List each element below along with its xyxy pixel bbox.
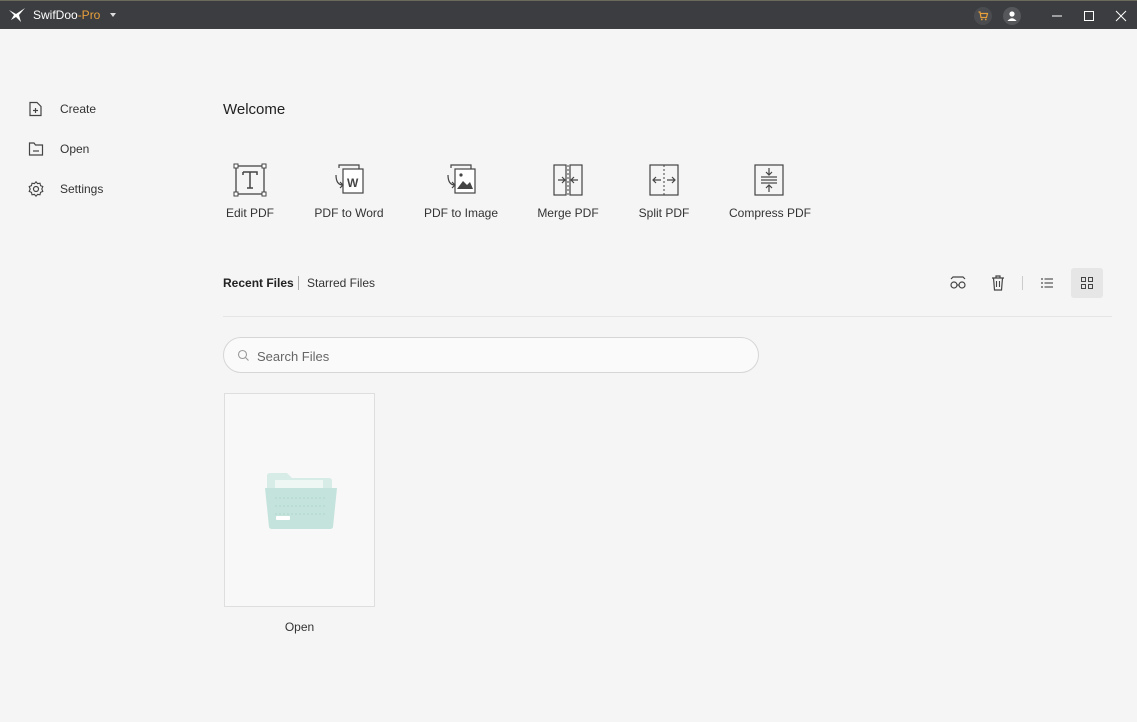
title-bar: SwifDoo-Pro — [0, 0, 1137, 29]
minimize-icon[interactable] — [1046, 5, 1068, 27]
tab-starred-files[interactable]: Starred Files — [307, 276, 375, 290]
user-icon — [1007, 11, 1017, 21]
pdf-to-word-icon: W — [335, 164, 364, 194]
sidebar-item-label: Settings — [60, 182, 104, 196]
tool-label: PDF to Word — [314, 206, 384, 220]
cart-icon — [978, 11, 989, 21]
tab-divider — [298, 276, 299, 290]
tab-recent-files[interactable]: Recent Files — [223, 276, 294, 290]
pro-badge: -Pro — [77, 8, 101, 22]
compress-pdf-icon — [754, 164, 784, 196]
open-card-label: Open — [284, 620, 315, 634]
tool-merge-pdf[interactable]: Merge PDF — [537, 163, 599, 220]
merge-pdf-icon — [553, 164, 583, 196]
tool-edit-pdf[interactable]: Edit PDF — [223, 163, 277, 220]
glasses-icon[interactable] — [946, 271, 970, 295]
list-view-icon[interactable] — [1035, 271, 1059, 295]
tool-label: Split PDF — [638, 206, 690, 220]
sidebar-item-label: Open — [60, 142, 90, 156]
grid-view-icon — [1081, 277, 1093, 289]
search-box[interactable] — [223, 337, 759, 373]
sidebar-item-label: Create — [60, 102, 97, 116]
settings-icon — [28, 180, 44, 198]
tool-compress-pdf[interactable]: Compress PDF — [729, 163, 812, 220]
section-divider — [223, 316, 1112, 317]
edit-pdf-icon — [233, 163, 267, 197]
maximize-icon[interactable] — [1078, 5, 1100, 27]
swift-logo-icon — [9, 8, 25, 22]
search-input[interactable] — [255, 346, 739, 366]
open-file-card[interactable] — [224, 393, 375, 607]
tool-split-pdf[interactable]: Split PDF — [638, 163, 690, 220]
open-icon — [28, 142, 44, 156]
tool-label: Merge PDF — [537, 206, 599, 220]
svg-text:W: W — [347, 176, 359, 190]
app-menu-chevron-down-icon[interactable] — [110, 13, 116, 17]
toolbar-divider — [1022, 276, 1023, 290]
app-name[interactable]: SwifDoo-Pro — [33, 8, 100, 22]
app-name-text: SwifDoo — [33, 8, 78, 22]
split-pdf-icon — [649, 164, 679, 196]
create-icon — [29, 101, 42, 117]
grid-view-button[interactable] — [1071, 268, 1103, 298]
tool-pdf-to-word[interactable]: W PDF to Word — [313, 163, 385, 220]
tool-label: Compress PDF — [729, 206, 812, 220]
page-title: Welcome — [223, 101, 286, 118]
search-icon — [237, 349, 249, 361]
tool-pdf-to-image[interactable]: PDF to Image — [423, 163, 499, 220]
cart-button[interactable] — [974, 7, 992, 25]
tool-label: PDF to Image — [423, 206, 499, 220]
pdf-to-image-icon — [447, 164, 476, 194]
account-button[interactable] — [1003, 7, 1021, 25]
trash-icon[interactable] — [986, 271, 1010, 295]
close-icon[interactable] — [1110, 5, 1132, 27]
tool-label: Edit PDF — [225, 206, 274, 220]
folder-icon — [265, 473, 337, 529]
